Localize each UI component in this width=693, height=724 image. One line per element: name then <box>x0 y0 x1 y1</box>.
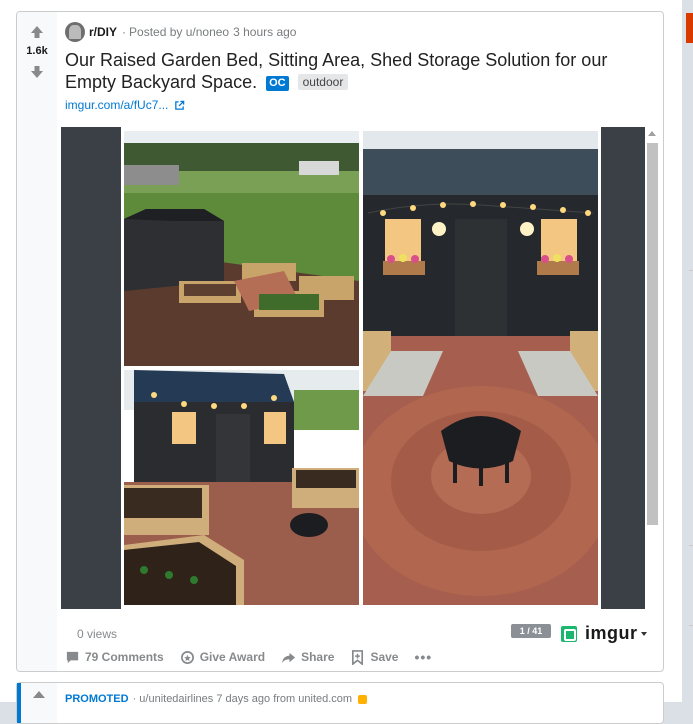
promoted-author[interactable]: · u/unitedairlines 7 days ago from unite… <box>133 693 353 705</box>
chevron-down-icon[interactable] <box>640 631 647 636</box>
more-options-button[interactable]: ••• <box>414 649 432 665</box>
give-award-button[interactable]: Give Award <box>180 650 265 665</box>
share-label: Share <box>301 650 335 664</box>
promoted-post-card[interactable]: PROMOTED · u/unitedairlines 7 days ago f… <box>16 682 664 724</box>
promoted-meta: PROMOTED · u/unitedairlines 7 days ago f… <box>65 693 368 705</box>
upvote-icon[interactable] <box>29 24 45 40</box>
lock-icon <box>358 694 368 704</box>
share-button[interactable]: Share <box>281 650 334 665</box>
imgur-logo-icon <box>561 625 577 642</box>
give-award-label: Give Award <box>199 650 266 664</box>
post-card[interactable]: 1.6k r/DIY · Posted by u/noneo 3 hours a… <box>16 11 664 672</box>
external-link[interactable]: imgur.com/a/fUc7... <box>65 98 185 112</box>
upvote-icon[interactable] <box>33 691 45 698</box>
promoted-vote-column <box>21 683 57 723</box>
gallery-photo-shed-garden[interactable] <box>124 131 359 366</box>
imgur-brand-text: imgur <box>585 623 638 643</box>
scroll-up-arrow[interactable] <box>648 131 656 136</box>
media-letterbox-left <box>61 127 121 609</box>
comments-label: 79 Comments <box>85 650 164 664</box>
gallery-photo-raised-beds[interactable] <box>124 370 359 605</box>
post-content: r/DIY · Posted by u/noneo 3 hours ago Ou… <box>61 12 663 671</box>
subreddit-link[interactable]: r/DIY <box>89 25 117 39</box>
media-letterbox-right <box>601 127 645 609</box>
comments-button[interactable]: 79 Comments <box>65 650 164 665</box>
post-time[interactable]: 3 hours ago <box>233 25 296 39</box>
post-action-bar: 79 Comments Give Award Share Save ••• <box>65 646 448 668</box>
subreddit-avatar[interactable] <box>65 22 85 42</box>
sidebar-divider <box>689 270 693 271</box>
save-icon <box>352 649 364 665</box>
vote-column: 1.6k <box>17 12 57 671</box>
posted-by[interactable]: Posted by u/noneo <box>129 25 229 39</box>
save-label: Save <box>370 650 399 664</box>
comment-icon <box>66 651 79 663</box>
award-icon <box>180 650 194 664</box>
meta-separator: · <box>122 25 127 39</box>
sidebar-divider <box>689 545 693 546</box>
right-sidebar-edge <box>682 0 693 702</box>
oc-badge: OC <box>266 76 289 91</box>
media-scrollbar-thumb[interactable] <box>647 143 658 525</box>
sidebar-divider <box>689 625 693 626</box>
gallery-counter: 1 / 41 <box>511 624 551 638</box>
external-link-icon[interactable] <box>174 100 185 111</box>
downvote-icon[interactable] <box>29 64 45 80</box>
post-meta: r/DIY · Posted by u/noneo 3 hours ago <box>65 22 296 42</box>
vote-count: 1.6k <box>26 45 48 57</box>
imgur-embed-logo[interactable]: imgur <box>561 623 647 644</box>
post-title[interactable]: Our Raised Garden Bed, Sitting Area, She… <box>65 49 625 93</box>
save-button[interactable]: Save <box>350 649 399 665</box>
share-icon <box>282 652 296 663</box>
post-flair[interactable]: outdoor <box>297 74 349 90</box>
promoted-label: PROMOTED <box>65 693 129 705</box>
view-count: 0 views <box>77 627 118 641</box>
external-link-text[interactable]: imgur.com/a/fUc7... <box>65 98 168 112</box>
gallery-photo-shed-firepit[interactable] <box>363 131 598 605</box>
sidebar-accent-mark <box>686 13 693 43</box>
media-embed[interactable] <box>61 127 658 609</box>
